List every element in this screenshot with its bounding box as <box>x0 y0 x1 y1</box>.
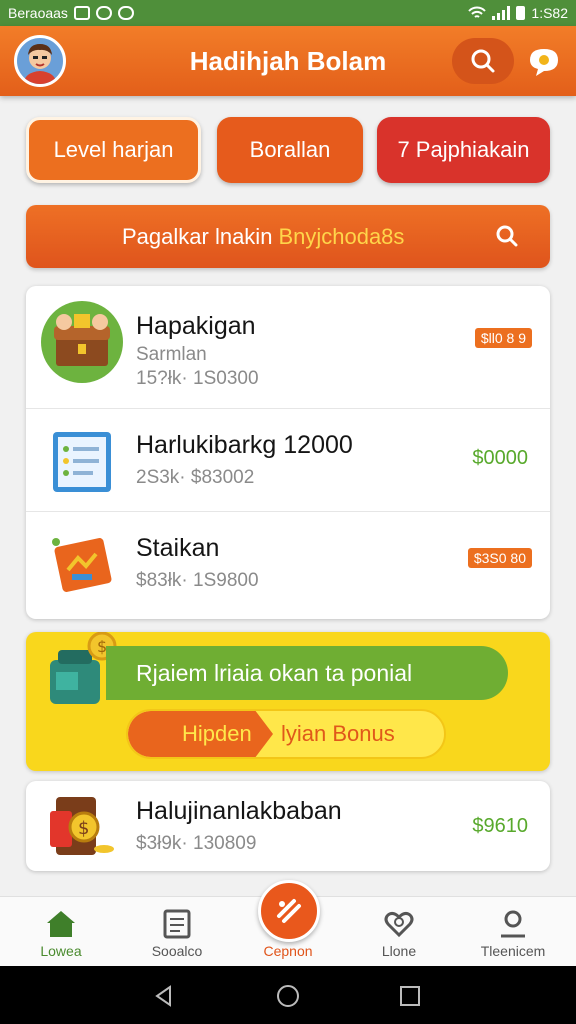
bonus-pill-left-label: Hipden <box>128 711 273 757</box>
item-title: Halujinanlakbaban <box>136 797 342 825</box>
search-banner[interactable]: Pagalkar lnakin Bnyjchoda8s <box>26 205 550 268</box>
nav-item-profile[interactable]: Tleenicem <box>458 897 568 967</box>
search-button[interactable] <box>452 38 514 84</box>
item-meta: $83łk· 1S9800 <box>136 570 259 591</box>
system-nav-bar <box>0 966 576 1024</box>
item-meta: $3ł9k· 130809 <box>136 833 257 854</box>
publish-pill-button[interactable]: 7 Pajphiakain <box>377 117 550 183</box>
bonus-banner[interactable]: $ Rjaiem lriaia okan ta ponial Hipden ly… <box>26 631 550 771</box>
item-subtitle: Sarmlan <box>136 344 207 365</box>
recents-icon[interactable] <box>398 984 422 1008</box>
price-badge: $3S0 80 <box>467 548 532 568</box>
bonus-strip: Rjaiem lriaia okan ta ponial <box>106 646 508 700</box>
signal-icon <box>492 6 511 20</box>
document-icon <box>163 909 191 939</box>
carrier-text: Beraoaas <box>8 5 68 21</box>
sync-icon <box>117 6 134 20</box>
gift-card-icon <box>48 530 116 601</box>
nav-label-coupon: Cepnon <box>263 943 313 959</box>
back-icon[interactable] <box>152 984 176 1008</box>
level-pill-button[interactable]: Level harjan <box>26 117 201 183</box>
app-bar: Hadihjah Bolam <box>0 26 576 96</box>
nav-label-favorites: Llone <box>381 943 417 959</box>
list-item[interactable]: Hapakigan Sarmlan 15?łk· 1S0300 $ll0 8 9 <box>26 286 550 408</box>
nav-label-home: Lowea <box>40 943 82 959</box>
nav-label-profile: Tleenicem <box>480 943 546 959</box>
list-item[interactable]: Staikan $83łk· 1S9800 $3S0 80 <box>26 511 550 619</box>
status-left: Beraoaas <box>8 5 134 21</box>
coupon-fab-button[interactable] <box>258 880 320 942</box>
item-title: Harlukibarkg 12000 <box>136 431 353 459</box>
list-item[interactable]: Harlukibarkg 12000 2S3k· $83002 $0000 <box>26 408 550 511</box>
home-circle-icon[interactable] <box>276 984 300 1008</box>
status-bar: Beraoaas 1:S82 <box>0 0 576 26</box>
nav-item-documents[interactable]: Sooalco <box>122 897 232 967</box>
treasure-chest-icon <box>40 300 124 389</box>
status-right: 1:S82 <box>468 5 568 21</box>
chat-button[interactable] <box>522 44 566 80</box>
category-pill-button[interactable]: Borallan <box>217 117 363 183</box>
coupon-icon <box>277 899 301 923</box>
nav-item-favorites[interactable]: Llone <box>344 897 454 967</box>
search-icon <box>496 225 518 247</box>
media-icon <box>95 6 112 20</box>
home-icon <box>47 911 75 937</box>
battery-icon <box>516 6 526 20</box>
item-meta: 2S3k· $83002 <box>136 467 255 488</box>
nav-label-documents: Sooalco <box>151 943 203 959</box>
item-list: Hapakigan Sarmlan 15?łk· 1S0300 $ll0 8 9… <box>26 286 550 619</box>
profile-icon <box>501 910 525 938</box>
checklist-icon <box>52 431 112 498</box>
bonus-claim-button[interactable]: Hipden lyian Bonus <box>126 709 446 759</box>
item-title: Hapakigan <box>136 312 256 340</box>
search-banner-highlight: Bnyjchoda8s <box>278 223 405 249</box>
nav-item-home[interactable]: Lowea <box>6 897 116 967</box>
price-text: $9610 <box>472 815 528 837</box>
price-badge: $ll0 8 9 <box>474 328 532 348</box>
notification-icon <box>73 6 90 20</box>
heart-search-icon <box>384 911 414 938</box>
item-meta: 15?łk· 1S0300 <box>136 368 259 389</box>
price-text: $0000 <box>472 447 528 469</box>
item-title: Staikan <box>136 534 220 562</box>
list-item[interactable]: $ Halujinanlakbaban $3ł9k· 130809 $9610 <box>26 781 550 871</box>
clock: 1:S82 <box>531 5 568 21</box>
wifi-icon <box>468 6 487 18</box>
chat-bubble-icon <box>530 49 558 76</box>
svg-text:$: $ <box>78 818 89 839</box>
search-banner-text: Pagalkar lnakin <box>122 223 273 249</box>
wallet-icon: $ <box>46 791 116 864</box>
bonus-pill-right-label: lyian Bonus <box>281 721 395 746</box>
search-icon <box>471 49 495 73</box>
